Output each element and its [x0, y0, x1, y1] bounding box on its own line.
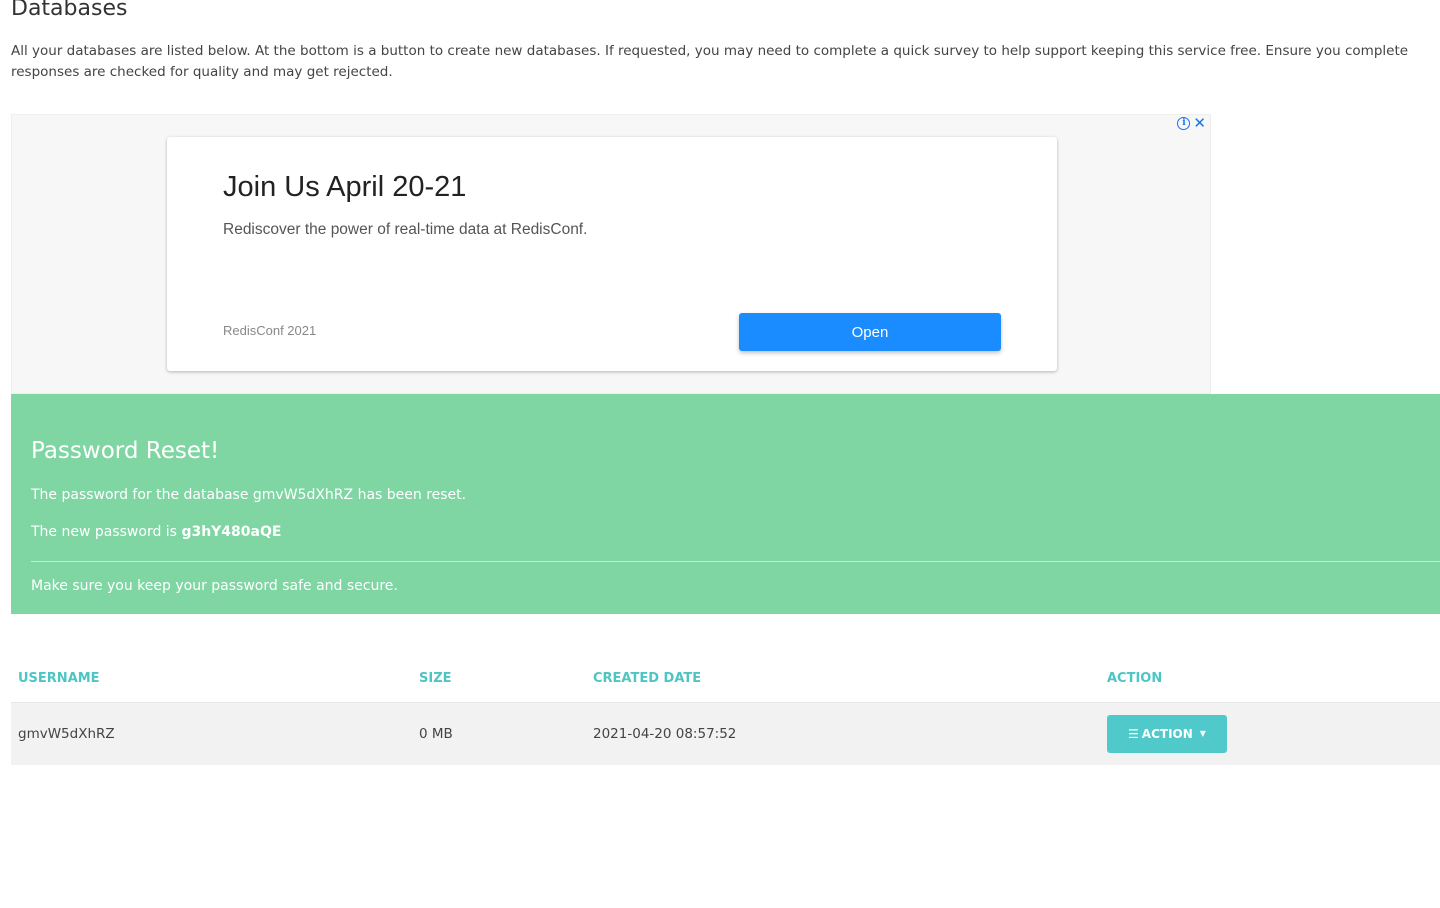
- page-title: Databases: [11, 0, 128, 21]
- action-button-label: ACTION: [1141, 726, 1193, 741]
- password-reset-alert: Password Reset! The password for the dat…: [11, 394, 1440, 614]
- header-size: SIZE: [412, 656, 586, 703]
- ad-controls: i ✕: [1177, 116, 1206, 131]
- table-row: gmvW5dXhRZ 0 MB 2021-04-20 08:57:52 ☰ AC…: [11, 702, 1440, 765]
- header-action: ACTION: [1100, 656, 1440, 703]
- header-created-date: CREATED DATE: [586, 656, 1100, 703]
- alert-reset-message: The password for the database gmvW5dXhRZ…: [31, 487, 467, 503]
- caret-down-icon: ▼: [1199, 729, 1206, 739]
- new-password-value: g3hY480aQE: [181, 524, 282, 540]
- cell-created-date: 2021-04-20 08:57:52: [586, 702, 1100, 765]
- alert-new-password-prefix: The new password is: [31, 524, 182, 540]
- alert-new-password-line: The new password is g3hY480aQE: [31, 524, 281, 540]
- alert-footer: Make sure you keep your password safe an…: [31, 578, 398, 594]
- header-username: USERNAME: [11, 656, 412, 703]
- cell-size: 0 MB: [412, 702, 586, 765]
- ad-advertiser: RedisConf 2021: [223, 323, 317, 338]
- ad-headline: Join Us April 20-21: [223, 171, 467, 203]
- page: Databases All your databases are listed …: [0, 0, 1440, 908]
- close-icon[interactable]: ✕: [1193, 116, 1206, 131]
- ad-card[interactable]: Join Us April 20-21 Rediscover the power…: [167, 137, 1057, 371]
- databases-table: USERNAME SIZE CREATED DATE ACTION gmvW5d…: [11, 656, 1440, 765]
- page-intro: All your databases are listed below. At …: [11, 43, 1409, 80]
- cell-action: ☰ ACTION ▼: [1100, 702, 1440, 765]
- ad-body: Rediscover the power of real-time data a…: [223, 221, 588, 238]
- cell-username: gmvW5dXhRZ: [11, 702, 412, 765]
- alert-heading: Password Reset!: [31, 438, 220, 464]
- info-icon[interactable]: i: [1177, 116, 1191, 130]
- alert-divider: [31, 561, 1440, 562]
- action-dropdown-button[interactable]: ☰ ACTION ▼: [1107, 714, 1227, 753]
- ad-banner: i ✕ Join Us April 20-21 Rediscover the p…: [11, 114, 1211, 394]
- table-header-row: USERNAME SIZE CREATED DATE ACTION: [11, 656, 1440, 703]
- ad-open-button[interactable]: Open: [739, 313, 1001, 351]
- bars-icon: ☰: [1128, 726, 1139, 741]
